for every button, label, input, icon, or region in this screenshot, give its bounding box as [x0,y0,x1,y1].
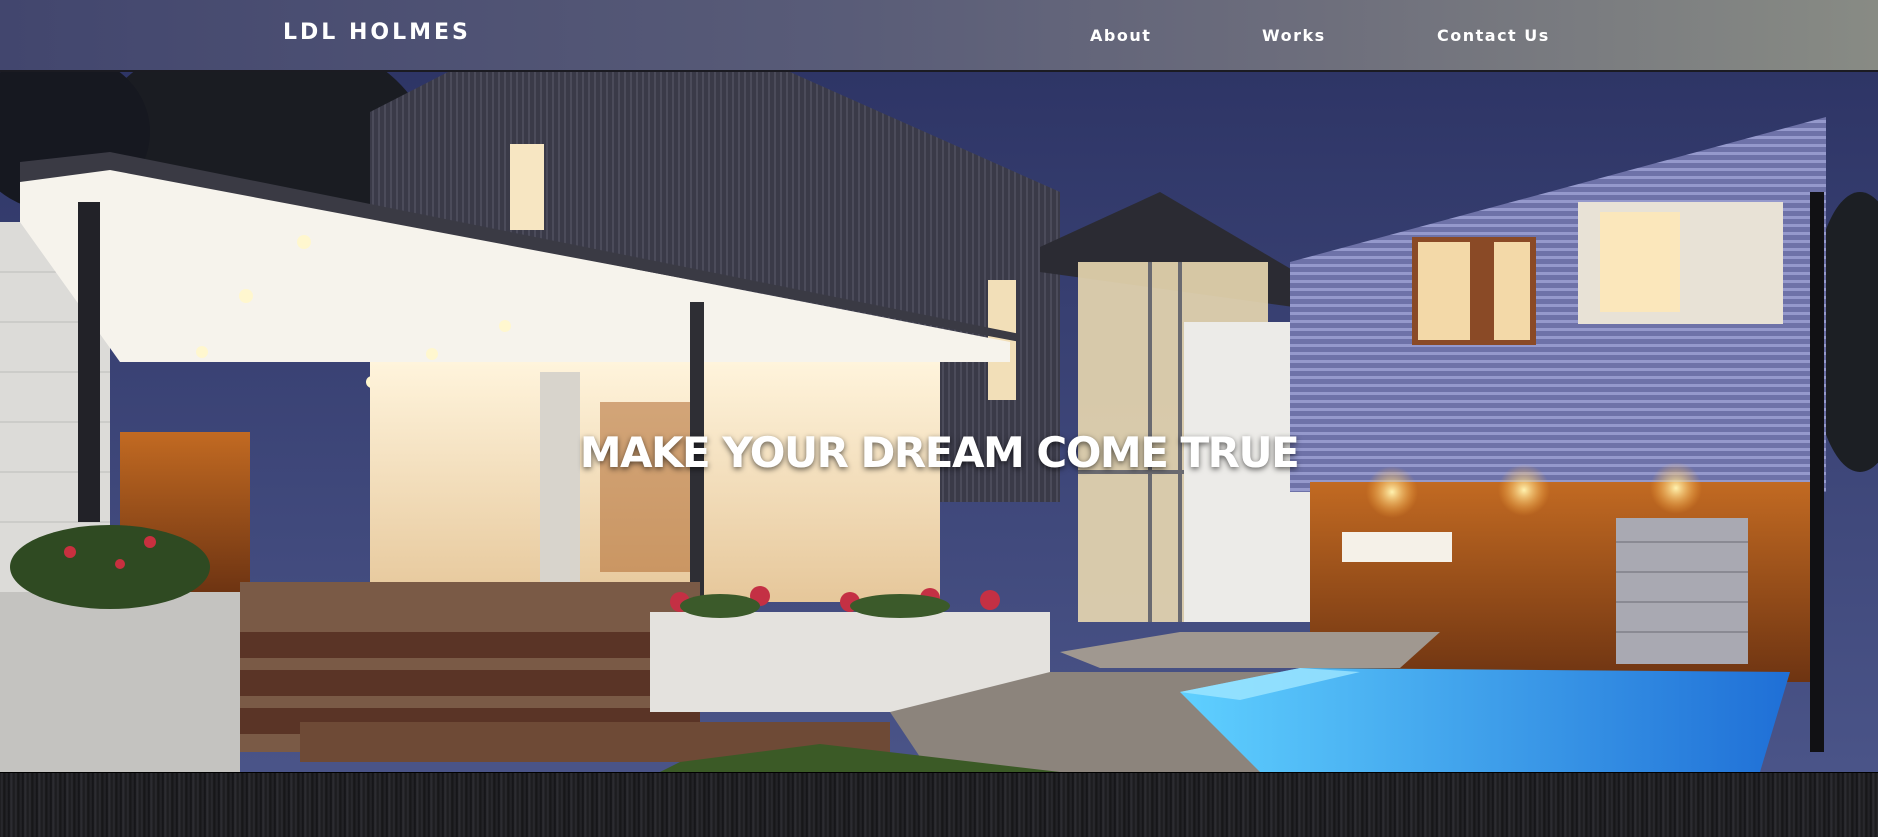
site-logo[interactable]: LDL HOLMES [283,20,471,45]
hero-house-image [0,72,1878,772]
hero-title: MAKE YOUR DREAM COME TRUE [579,428,1300,478]
hero-section: MAKE YOUR DREAM COME TRUE [0,72,1878,772]
nav-link-about[interactable]: About [1090,26,1151,45]
footer-texture-band [0,772,1878,837]
nav-link-works[interactable]: Works [1262,26,1326,45]
nav-link-contact[interactable]: Contact Us [1437,26,1550,45]
site-header: LDL HOLMES About Works Contact Us [0,0,1878,72]
